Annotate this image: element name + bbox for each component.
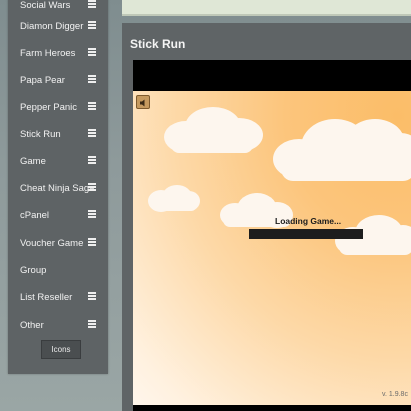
sidebar-item-group[interactable]: Group: [8, 257, 108, 283]
sidebar-item-label: Game: [20, 155, 46, 167]
sidebar-item-label: Voucher Game: [20, 237, 84, 249]
sidebar-item-label: Stick Run: [20, 128, 61, 140]
menu-icon[interactable]: [88, 48, 96, 56]
sidebar-item-label: cPanel: [20, 209, 50, 221]
sidebar-item-label: Pepper Panic: [20, 101, 78, 113]
icons-button[interactable]: Icons: [41, 340, 81, 359]
game-frame[interactable]: Loading Game... v. 1.9.8c: [133, 60, 411, 411]
sidebar-item-cheat-ninja-saga[interactable]: Cheat Ninja Saga: [8, 175, 108, 201]
sidebar-item-label: List Reseller: [20, 291, 73, 303]
loading-text: Loading Game...: [275, 216, 342, 226]
sidebar-item-voucher-game[interactable]: Voucher Game: [8, 230, 108, 256]
sidebar-item-label: Diamon Digger: [20, 20, 84, 32]
menu-icon[interactable]: [88, 210, 96, 218]
sidebar-item-diamon-digger[interactable]: Diamon Digger: [8, 13, 108, 39]
cloud-shape: [148, 185, 200, 212]
sidebar-item-label: Group: [20, 264, 47, 276]
sidebar-item-farm-heroes[interactable]: Farm Heroes: [8, 40, 108, 66]
menu-icon[interactable]: [88, 238, 96, 246]
game-canvas[interactable]: Loading Game... v. 1.9.8c: [133, 91, 411, 405]
sidebar-item-cpanel[interactable]: cPanel: [8, 202, 108, 228]
menu-icon[interactable]: [88, 75, 96, 83]
sidebar-item-stick-run[interactable]: Stick Run: [8, 121, 108, 147]
menu-icon[interactable]: [88, 102, 96, 110]
sidebar-item-pepper-panic[interactable]: Pepper Panic: [8, 94, 108, 120]
sidebar-item-label: Other: [20, 319, 44, 331]
loading-progress-bar: [249, 229, 363, 239]
sidebar-item-label: Farm Heroes: [20, 47, 76, 59]
menu-icon[interactable]: [88, 156, 96, 164]
speaker-icon[interactable]: [136, 95, 150, 109]
sidebar-item-label: Cheat Ninja Saga: [20, 182, 95, 194]
menu-icon[interactable]: [88, 292, 96, 300]
sidebar-item-label: Papa Pear: [20, 74, 65, 86]
cloud-shape: [164, 107, 263, 153]
menu-icon[interactable]: [88, 183, 96, 191]
page-title: Stick Run: [130, 37, 186, 51]
sidebar-item-papa-pear[interactable]: Papa Pear: [8, 67, 108, 93]
top-header-panel: [122, 0, 411, 16]
cloud-shape: [273, 119, 411, 181]
main-content-panel: Stick Run Loading Game... v. 1.9.8c: [122, 23, 411, 411]
menu-icon[interactable]: [88, 21, 96, 29]
menu-icon[interactable]: [88, 320, 96, 328]
sidebar: Social Wars Diamon Digger Farm Heroes Pa…: [8, 0, 108, 374]
menu-icon[interactable]: [88, 129, 96, 137]
sidebar-item-other[interactable]: Other: [8, 312, 108, 338]
sidebar-item-label: Social Wars: [20, 0, 71, 11]
menu-icon[interactable]: [88, 0, 96, 8]
sidebar-item-list-reseller[interactable]: List Reseller: [8, 284, 108, 310]
sidebar-item-game[interactable]: Game: [8, 148, 108, 174]
version-label: v. 1.9.8c: [382, 391, 408, 398]
